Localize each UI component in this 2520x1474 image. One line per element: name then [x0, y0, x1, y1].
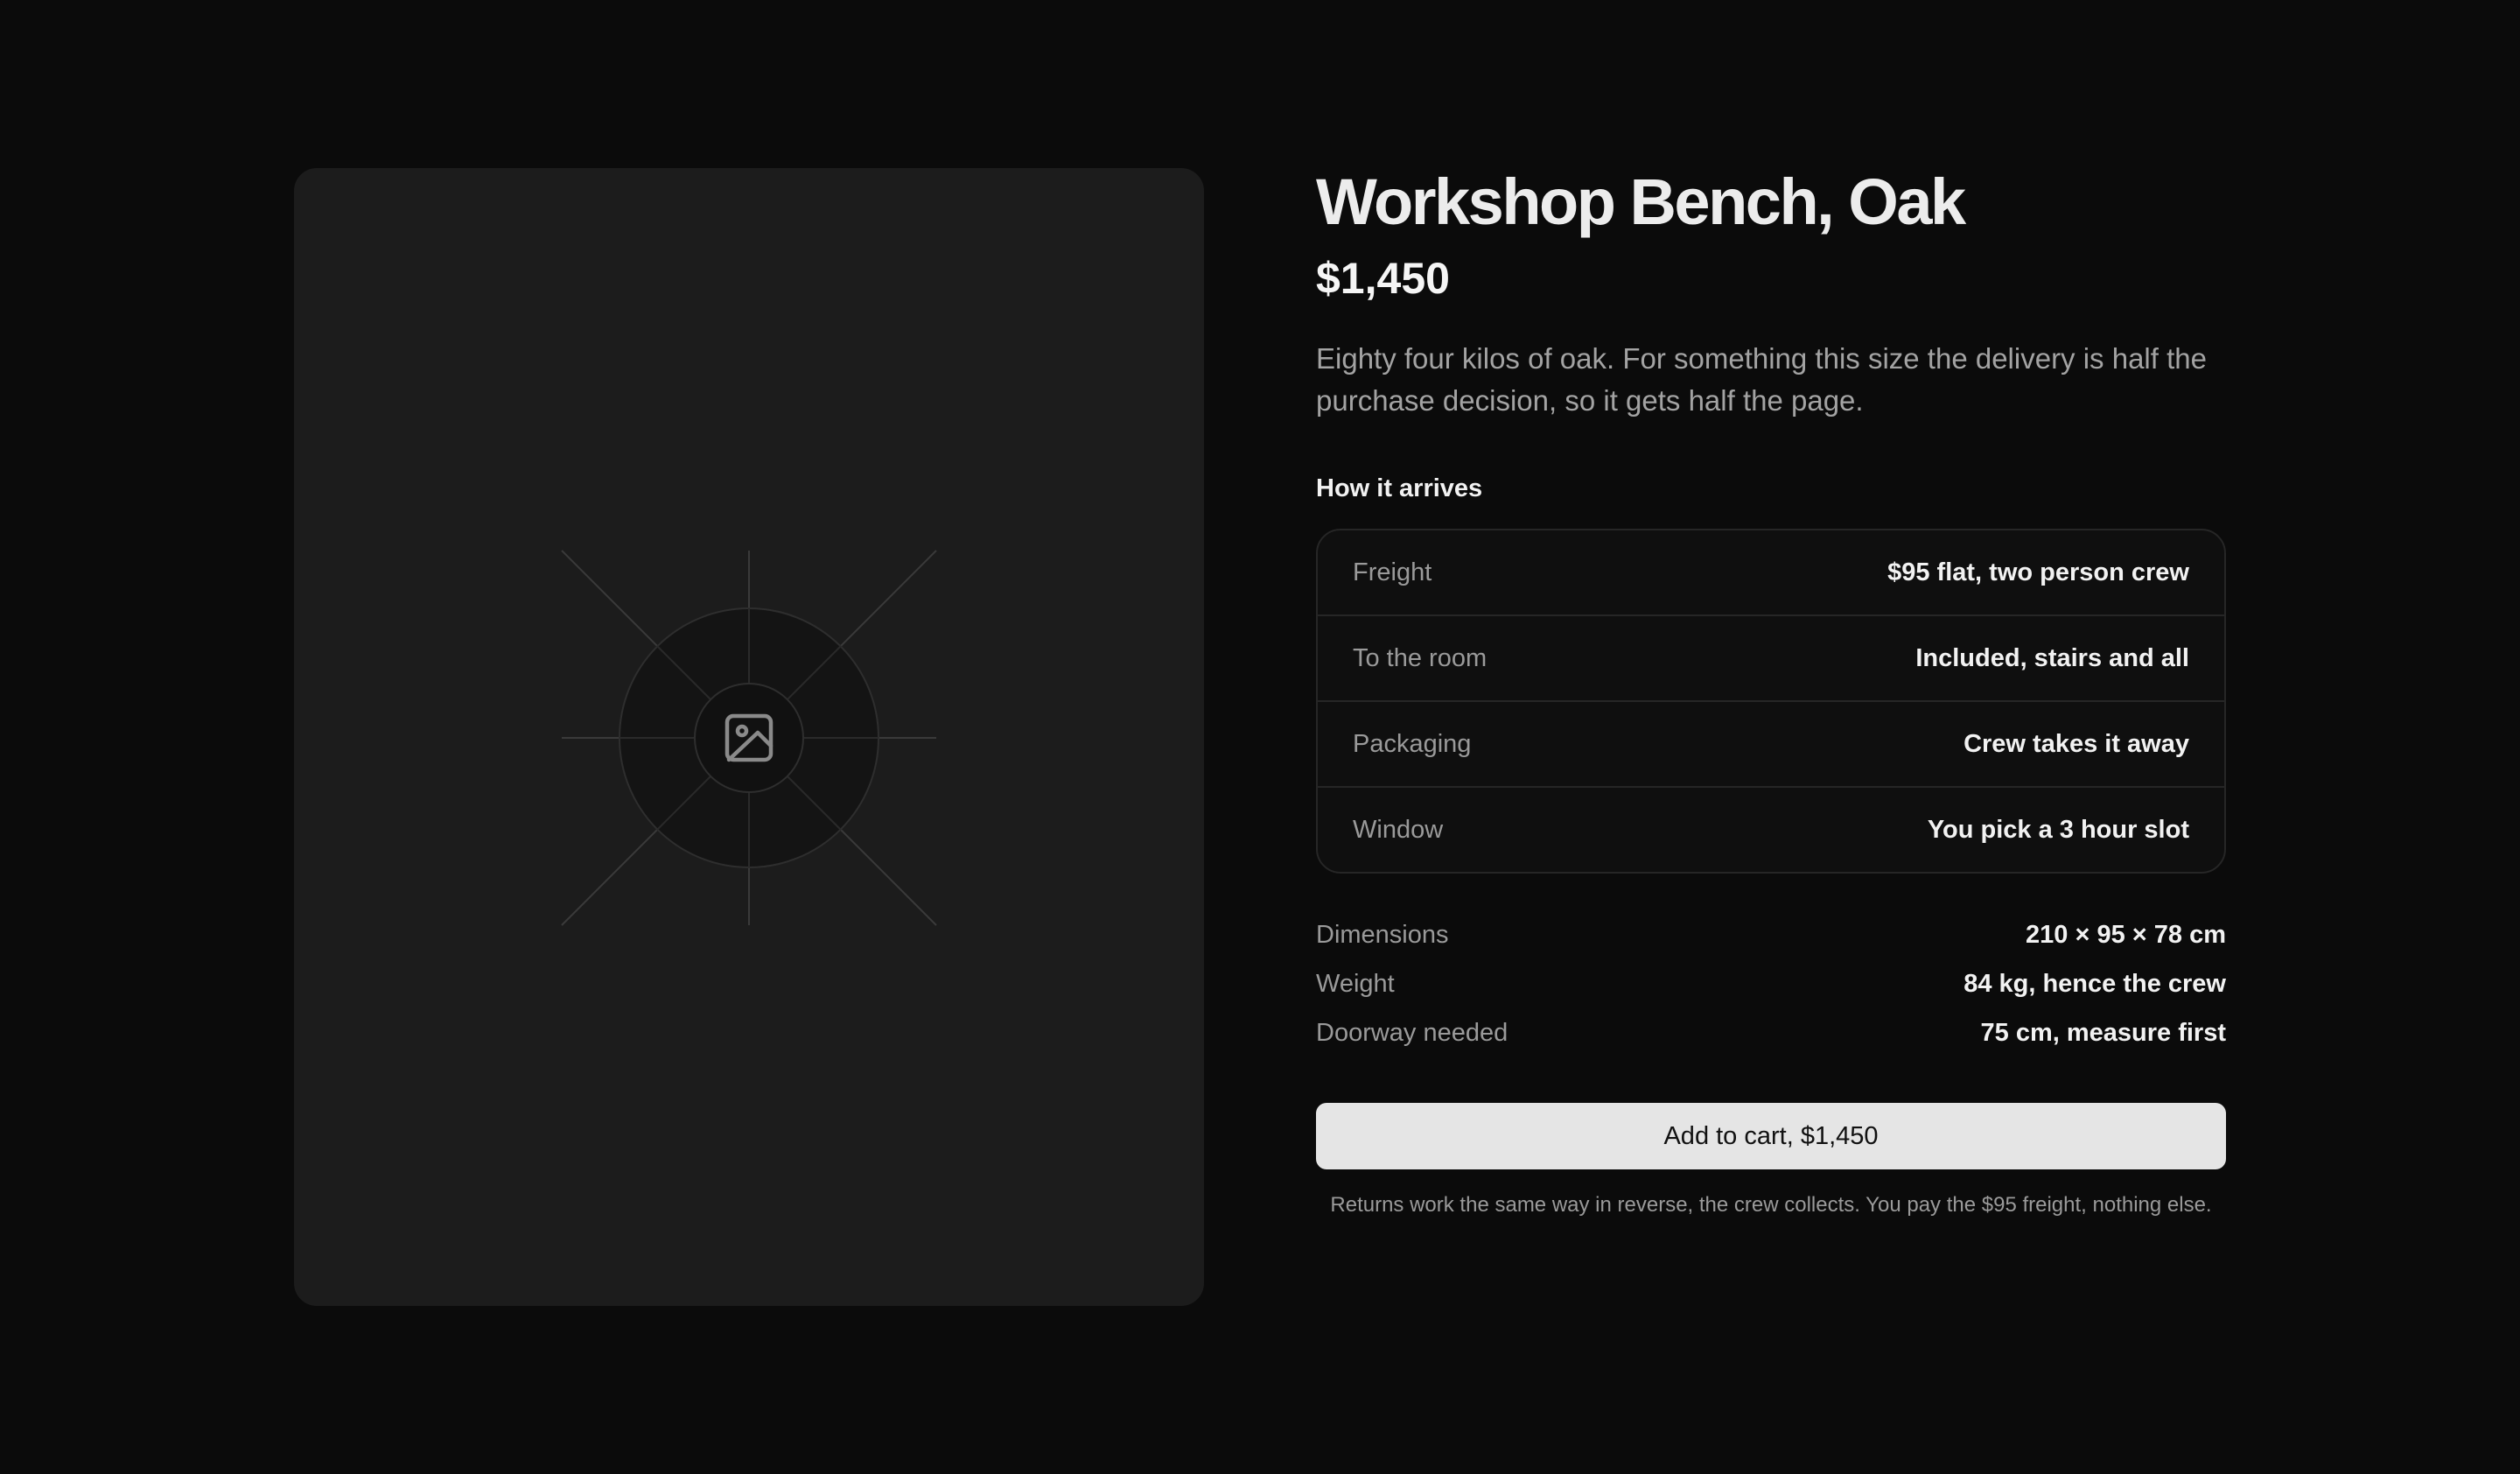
delivery-label: Window	[1353, 815, 1444, 844]
spec-row-weight: Weight 84 kg, hence the crew	[1316, 959, 2226, 1008]
delivery-row-window: Window You pick a 3 hour slot	[1318, 786, 2224, 872]
delivery-value: Included, stairs and all	[1915, 643, 2189, 672]
delivery-label: To the room	[1353, 643, 1488, 672]
delivery-row-freight: Freight $95 flat, two person crew	[1318, 530, 2224, 614]
delivery-value: You pick a 3 hour slot	[1927, 815, 2189, 844]
delivery-row-packaging: Packaging Crew takes it away	[1318, 700, 2224, 786]
delivery-label: Freight	[1353, 558, 1432, 586]
spec-row-doorway: Doorway needed 75 cm, measure first	[1316, 1008, 2226, 1057]
returns-note: Returns work the same way in reverse, th…	[1330, 1193, 2212, 1217]
delivery-value: $95 flat, two person crew	[1887, 558, 2189, 586]
spec-value: 210 × 95 × 78 cm	[2026, 920, 2226, 949]
delivery-row-to-the-room: To the room Included, stairs and all	[1318, 614, 2224, 700]
delivery-details-table: Freight $95 flat, two person crew To the…	[1316, 529, 2226, 874]
product-title: Workshop Bench, Oak	[1316, 165, 1966, 238]
image-placeholder-graphic	[561, 550, 937, 926]
product-description: Eighty four kilos of oak. For something …	[1316, 342, 2207, 417]
product-page: Workshop Bench, Oak $1,450 Eighty four k…	[0, 0, 2520, 1474]
spec-row-dimensions: Dimensions 210 × 95 × 78 cm	[1316, 910, 2226, 959]
delivery-heading: How it arrives	[1316, 474, 1483, 502]
spec-value: 84 kg, hence the crew	[1964, 969, 2226, 998]
product-info-panel: Workshop Bench, Oak $1,450 Eighty four k…	[1316, 166, 2226, 1219]
spec-label: Doorway needed	[1316, 1018, 1508, 1047]
spec-label: Weight	[1316, 969, 1395, 998]
spec-label: Dimensions	[1316, 920, 1449, 949]
product-price: $1,450	[1316, 254, 1450, 303]
delivery-value: Crew takes it away	[1964, 729, 2189, 758]
spec-value: 75 cm, measure first	[1980, 1018, 2226, 1047]
add-to-cart-button[interactable]: Add to cart, $1,450	[1316, 1103, 2226, 1169]
product-specs: Dimensions 210 × 95 × 78 cm Weight 84 kg…	[1316, 910, 2226, 1057]
delivery-label: Packaging	[1353, 729, 1472, 758]
product-image-placeholder	[294, 168, 1204, 1306]
